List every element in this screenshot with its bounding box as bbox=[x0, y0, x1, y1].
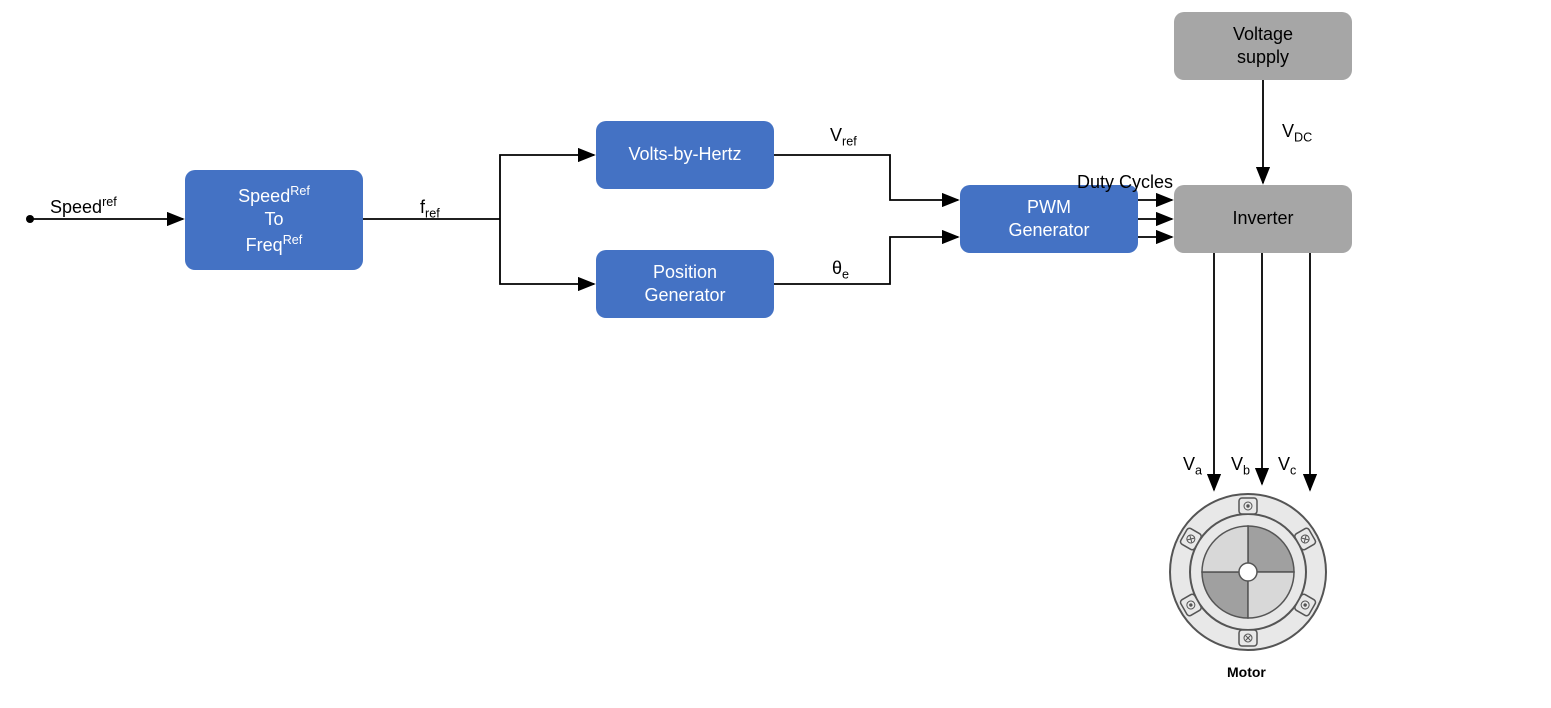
vb-label: Vb bbox=[1231, 454, 1250, 478]
text: PWM bbox=[1027, 197, 1071, 217]
text: Position bbox=[653, 262, 717, 282]
text-sup: Ref bbox=[290, 184, 310, 198]
speed-to-freq-block: SpeedRef To FreqRef bbox=[185, 170, 363, 270]
text: To bbox=[264, 209, 283, 229]
text: Voltage bbox=[1233, 24, 1293, 44]
vdc-label: VDC bbox=[1282, 121, 1312, 145]
text: Volts-by-Hertz bbox=[628, 143, 741, 166]
text: Generator bbox=[644, 285, 725, 305]
text-sup: Ref bbox=[283, 233, 303, 247]
text: Speed bbox=[238, 186, 290, 206]
f-ref-label: fref bbox=[420, 197, 440, 221]
duty-cycles-label: Duty Cycles bbox=[1077, 172, 1173, 193]
va-label: Va bbox=[1183, 454, 1202, 478]
motor-label: Motor bbox=[1227, 664, 1266, 680]
position-generator-block: Position Generator bbox=[596, 250, 774, 318]
voltage-supply-block: Voltage supply bbox=[1174, 12, 1352, 80]
text: Freq bbox=[246, 235, 283, 255]
diagram-connections bbox=[0, 0, 1551, 708]
theta-e-label: θe bbox=[832, 258, 849, 282]
speed-ref-label: Speedref bbox=[50, 195, 117, 218]
volts-by-hertz-block: Volts-by-Hertz bbox=[596, 121, 774, 189]
text: Inverter bbox=[1232, 207, 1293, 230]
text: supply bbox=[1237, 47, 1289, 67]
vc-label: Vc bbox=[1278, 454, 1296, 478]
inverter-block: Inverter bbox=[1174, 185, 1352, 253]
text: Generator bbox=[1008, 220, 1089, 240]
motor-icon bbox=[1170, 494, 1326, 650]
pwm-generator-block: PWM Generator bbox=[960, 185, 1138, 253]
v-ref-label: Vref bbox=[830, 125, 857, 149]
